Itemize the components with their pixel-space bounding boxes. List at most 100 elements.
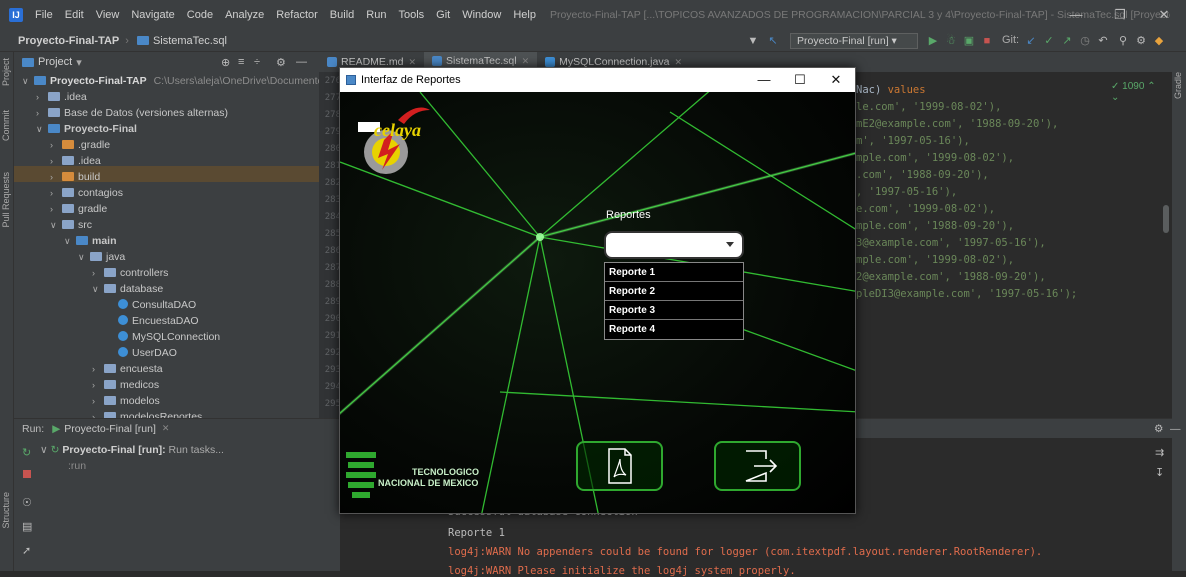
expand-icon[interactable]: ÷	[254, 56, 260, 68]
gear-icon[interactable]: ⚙	[276, 56, 286, 69]
tree-item[interactable]: › controllers	[92, 265, 168, 281]
chevron-right-icon[interactable]: ›	[92, 361, 104, 377]
tree-item[interactable]: MySQLConnection	[106, 329, 220, 345]
rerun-icon[interactable]: ↻	[22, 446, 31, 459]
dialog-minimize-icon[interactable]: —	[746, 68, 782, 92]
chevron-down-icon[interactable]: ∨	[64, 233, 76, 249]
tree-item[interactable]: › .idea	[50, 153, 101, 169]
dialog-maximize-icon[interactable]: ☐	[782, 68, 818, 92]
scroll-to-end-icon[interactable]: ↧	[1155, 466, 1164, 479]
chevron-right-icon[interactable]: ›	[36, 89, 48, 105]
tree-item[interactable]: UserDAO	[106, 345, 177, 361]
hide-panel-icon[interactable]: —	[296, 56, 307, 68]
chevron-down-icon[interactable]: ∨	[36, 121, 48, 137]
project-panel-title[interactable]: Project	[38, 56, 72, 68]
tree-item[interactable]: ∨ main	[64, 233, 117, 249]
git-update-icon[interactable]: ↙	[1024, 34, 1038, 48]
gradle-tool-tab[interactable]: Gradle	[1173, 72, 1183, 99]
run-tab[interactable]: Proyecto-Final [run]	[64, 423, 156, 435]
report-option[interactable]: Reporte 2	[605, 282, 743, 301]
tree-item[interactable]: › Base de Datos (versiones alternas)	[36, 105, 228, 121]
tree-item[interactable]: › encuesta	[92, 361, 163, 377]
structure-tool-tab[interactable]: Structure	[1, 492, 11, 529]
tree-item[interactable]: › .gradle	[50, 137, 110, 153]
vcs-icon[interactable]: ▼	[746, 34, 760, 48]
breadcrumb-project[interactable]: Proyecto-Final-TAP	[0, 35, 119, 47]
tree-item[interactable]: › medicos	[92, 377, 159, 393]
soft-wrap-icon[interactable]: ⇉	[1155, 446, 1164, 459]
collapse-all-icon[interactable]: ≡	[238, 56, 244, 68]
tree-item[interactable]: ∨ java	[78, 249, 125, 265]
tree-item[interactable]: › gradle	[50, 201, 107, 217]
menu-item-window[interactable]: Window	[456, 9, 507, 21]
close-tab-icon[interactable]: ✕	[522, 56, 530, 67]
run-icon[interactable]: ▶	[926, 34, 940, 48]
plugin-icon[interactable]: ◆	[1152, 34, 1166, 48]
tree-item[interactable]: › .idea	[36, 89, 87, 105]
stop-icon[interactable]	[23, 470, 31, 478]
menu-item-edit[interactable]: Edit	[59, 9, 90, 21]
chevron-down-icon[interactable]: ∨	[92, 281, 104, 297]
eye-icon[interactable]: ☉	[22, 496, 32, 509]
close-tab-icon[interactable]: ✕	[408, 57, 416, 68]
tree-item[interactable]: ∨ database	[92, 281, 163, 297]
tree-item[interactable]: › build	[50, 169, 100, 185]
chevron-right-icon[interactable]: ›	[92, 265, 104, 281]
menu-item-analyze[interactable]: Analyze	[219, 9, 270, 21]
menu-item-git[interactable]: Git	[430, 9, 456, 21]
chevron-right-icon[interactable]: ›	[36, 105, 48, 121]
report-select[interactable]	[604, 231, 744, 259]
report-option[interactable]: Reporte 3	[605, 301, 743, 320]
stop-icon[interactable]: ■	[980, 34, 994, 48]
chevron-right-icon[interactable]: ›	[50, 169, 62, 185]
tree-item[interactable]: › modelos	[92, 393, 160, 409]
minimize-icon[interactable]: —	[1054, 0, 1098, 30]
chevron-right-icon[interactable]: ›	[50, 201, 62, 217]
menu-item-view[interactable]: View	[90, 9, 126, 21]
exit-button[interactable]	[714, 441, 801, 491]
commit-tool-tab[interactable]: Commit	[1, 110, 11, 141]
rollback-icon[interactable]: ↶	[1096, 34, 1110, 48]
generate-pdf-button[interactable]	[576, 441, 663, 491]
chevron-down-icon[interactable]: ∨	[78, 249, 90, 265]
history-icon[interactable]: ◷	[1078, 34, 1092, 48]
tree-item[interactable]: EncuestaDAO	[106, 313, 199, 329]
tree-root[interactable]: ∨ Proyecto-Final-TAP C:\Users\aleja\OneDr…	[22, 73, 338, 89]
dialog-close-icon[interactable]: ✕	[818, 68, 854, 92]
chevron-right-icon[interactable]: ›	[50, 137, 62, 153]
editor-scrollbar[interactable]	[1163, 205, 1169, 233]
locate-icon[interactable]: ⊕	[221, 56, 230, 69]
layout-icon[interactable]: ▤	[22, 520, 32, 533]
run-task-row[interactable]: ∨ ↻ Proyecto-Final [run]: Run tasks...	[40, 444, 224, 456]
chevron-right-icon[interactable]: ›	[50, 153, 62, 169]
run-config-select[interactable]: Proyecto-Final [run] ▾	[790, 33, 918, 49]
inspection-widget[interactable]: ✓ 1090 ⌃ ⌄	[1111, 81, 1166, 103]
tree-item[interactable]: › contagios	[50, 185, 123, 201]
close-tab-icon[interactable]: ✕	[674, 57, 682, 68]
report-option[interactable]: Reporte 1	[605, 263, 743, 282]
menu-item-tools[interactable]: Tools	[392, 9, 430, 21]
menu-item-navigate[interactable]: Navigate	[125, 9, 180, 21]
chevron-right-icon[interactable]: ›	[92, 393, 104, 409]
search-icon[interactable]: ⚲	[1116, 34, 1130, 48]
chevron-down-icon[interactable]: ▾	[76, 56, 82, 69]
chevron-right-icon[interactable]: ›	[92, 377, 104, 393]
debug-icon[interactable]: ☃	[944, 34, 958, 48]
git-push-icon[interactable]: ↗	[1060, 34, 1074, 48]
hide-panel-icon[interactable]: —	[1170, 423, 1181, 435]
restore-icon[interactable]: ❐	[1098, 0, 1142, 30]
gear-icon[interactable]: ⚙	[1154, 423, 1163, 435]
close-icon[interactable]: ✕	[1142, 0, 1186, 30]
close-tab-icon[interactable]: ✕	[162, 423, 170, 434]
run-subtask[interactable]: :run	[68, 460, 86, 472]
pull-requests-tool-tab[interactable]: Pull Requests	[1, 172, 11, 228]
menu-item-file[interactable]: File	[29, 9, 59, 21]
menu-item-code[interactable]: Code	[181, 9, 219, 21]
tree-item[interactable]: ConsultaDAO	[106, 297, 196, 313]
report-option[interactable]: Reporte 4	[605, 320, 743, 339]
menu-item-build[interactable]: Build	[324, 9, 360, 21]
project-tool-tab[interactable]: Project	[1, 58, 11, 86]
chevron-down-icon[interactable]: ∨	[50, 217, 62, 233]
chevron-right-icon[interactable]: ›	[50, 185, 62, 201]
menu-item-run[interactable]: Run	[360, 9, 392, 21]
